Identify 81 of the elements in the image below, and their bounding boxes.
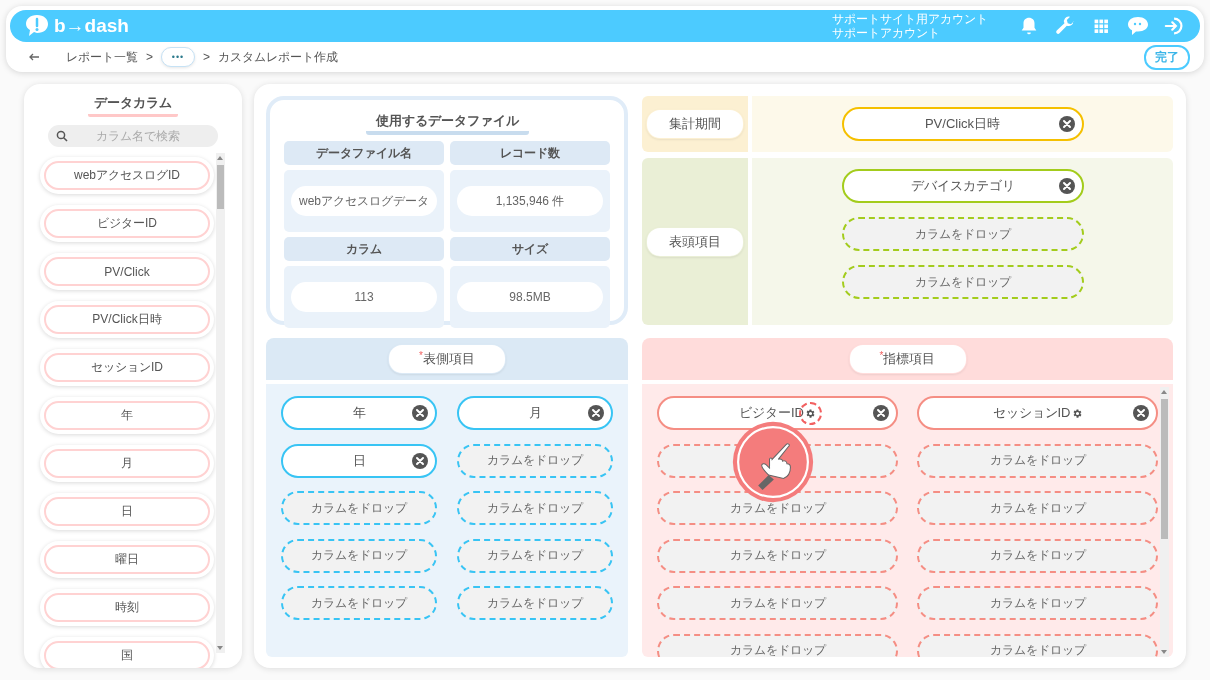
column-chip[interactable]: 月 <box>44 449 210 478</box>
drop-zone[interactable]: カラムをドロップ <box>841 265 1084 299</box>
column-chip[interactable]: PV/Click日時 <box>44 305 210 334</box>
field-chip[interactable]: セッションID <box>917 396 1158 430</box>
chip-label: ビジターID <box>739 404 804 422</box>
column-chip[interactable]: 年 <box>44 401 210 430</box>
field-chip[interactable]: PV/Click日時 <box>841 107 1084 141</box>
info-value: webアクセスログデータ <box>291 186 437 216</box>
column-chip[interactable]: 時刻 <box>44 593 210 622</box>
info-value: 113 <box>291 282 437 312</box>
breadcrumb-separator: > <box>146 50 153 64</box>
info-label: レコード数 <box>450 141 610 165</box>
drop-zone[interactable]: カラムをドロップ <box>657 633 898 657</box>
section-label: 集計期間 <box>647 110 743 138</box>
drop-zone[interactable]: カラムをドロップ <box>281 538 437 573</box>
close-icon[interactable] <box>1058 116 1075 132</box>
drop-zone[interactable]: カラムをドロップ <box>917 443 1158 478</box>
section-label: *表側項目 <box>389 345 505 373</box>
breadcrumb-current: カスタムレポート作成 <box>218 48 339 66</box>
field-chip[interactable]: 日 <box>281 443 437 478</box>
drop-zone[interactable]: カラムをドロップ <box>457 538 613 573</box>
close-icon[interactable] <box>1133 405 1149 421</box>
column-chip[interactable]: セッションID <box>44 353 210 382</box>
hand-cursor-icon <box>732 421 814 503</box>
scrollbar[interactable] <box>1160 387 1169 657</box>
close-icon[interactable] <box>1058 178 1075 194</box>
info-value: 98.5MB <box>457 282 603 312</box>
section-label: 表頭項目 <box>647 227 743 256</box>
breadcrumb-separator: > <box>203 50 211 64</box>
info-value: 1,135,946 件 <box>457 186 603 216</box>
section-label: *指標項目 <box>849 345 966 373</box>
drop-zone[interactable]: カラムをドロップ <box>657 538 898 573</box>
settings-icon[interactable] <box>805 407 816 419</box>
chip-label: 日 <box>352 451 366 470</box>
account-name: サポートサイト用アカウント <box>832 12 989 26</box>
field-chip[interactable]: ビジターID <box>657 396 898 430</box>
chip-label: 年 <box>352 404 366 422</box>
drop-zone[interactable]: カラムをドロップ <box>457 491 613 525</box>
breadcrumb-link[interactable]: レポート一覧 <box>66 48 138 66</box>
column-chip[interactable]: 国 <box>44 641 210 668</box>
info-label: サイズ <box>450 237 610 261</box>
drop-zone[interactable]: カラムをドロップ <box>281 491 437 525</box>
drop-zone[interactable]: カラムをドロップ <box>917 538 1158 573</box>
drop-zone[interactable]: カラムをドロップ <box>457 586 613 620</box>
logo-icon <box>24 14 50 38</box>
chip-label: セッションID <box>992 404 1071 422</box>
column-chip[interactable]: webアクセスログID <box>44 161 210 190</box>
drop-zone[interactable]: カラムをドロップ <box>917 633 1158 657</box>
close-icon[interactable] <box>412 452 428 469</box>
chip-label: PV/Click日時 <box>924 115 1001 133</box>
account-name: サポートアカウント <box>832 26 941 40</box>
more-button[interactable]: ••• <box>161 47 195 67</box>
drop-zone[interactable]: カラムをドロップ <box>841 217 1084 251</box>
field-chip[interactable]: 月 <box>457 396 613 430</box>
close-icon[interactable] <box>412 405 428 421</box>
drop-zone[interactable]: カラムをドロップ <box>657 491 898 525</box>
scrollbar[interactable] <box>216 153 225 653</box>
panel-title: データカラム <box>88 94 178 117</box>
field-chip[interactable]: 年 <box>281 396 437 430</box>
chip-label: デバイスカテゴリ <box>910 177 1015 195</box>
drop-zone[interactable]: カラムをドロップ <box>657 586 898 620</box>
column-chip[interactable]: PV/Click <box>44 257 210 286</box>
close-icon[interactable] <box>873 405 889 421</box>
drop-zone[interactable]: カラムをドロップ <box>917 491 1158 525</box>
logo-text: b→dash <box>54 15 129 37</box>
info-label: データファイル名 <box>284 141 444 165</box>
close-icon[interactable] <box>588 405 604 421</box>
box-title: 使用するデータファイル <box>365 112 529 135</box>
column-chip[interactable]: 曜日 <box>44 545 210 574</box>
search-field[interactable]: カラム名で検索 <box>48 125 218 147</box>
settings-icon[interactable] <box>1071 407 1083 419</box>
column-chip[interactable]: ビジターID <box>44 209 210 238</box>
search-icon <box>56 130 68 142</box>
drop-zone[interactable]: カラムをドロップ <box>457 443 613 478</box>
drop-zone[interactable]: カラムをドロップ <box>917 586 1158 620</box>
back-arrow-icon[interactable] <box>28 51 40 63</box>
field-chip[interactable]: デバイスカテゴリ <box>841 169 1084 203</box>
drop-zone[interactable]: カラムをドロップ <box>281 586 437 620</box>
info-label: カラム <box>284 237 444 261</box>
chip-label: 月 <box>528 404 542 422</box>
column-chip[interactable]: 日 <box>44 497 210 526</box>
